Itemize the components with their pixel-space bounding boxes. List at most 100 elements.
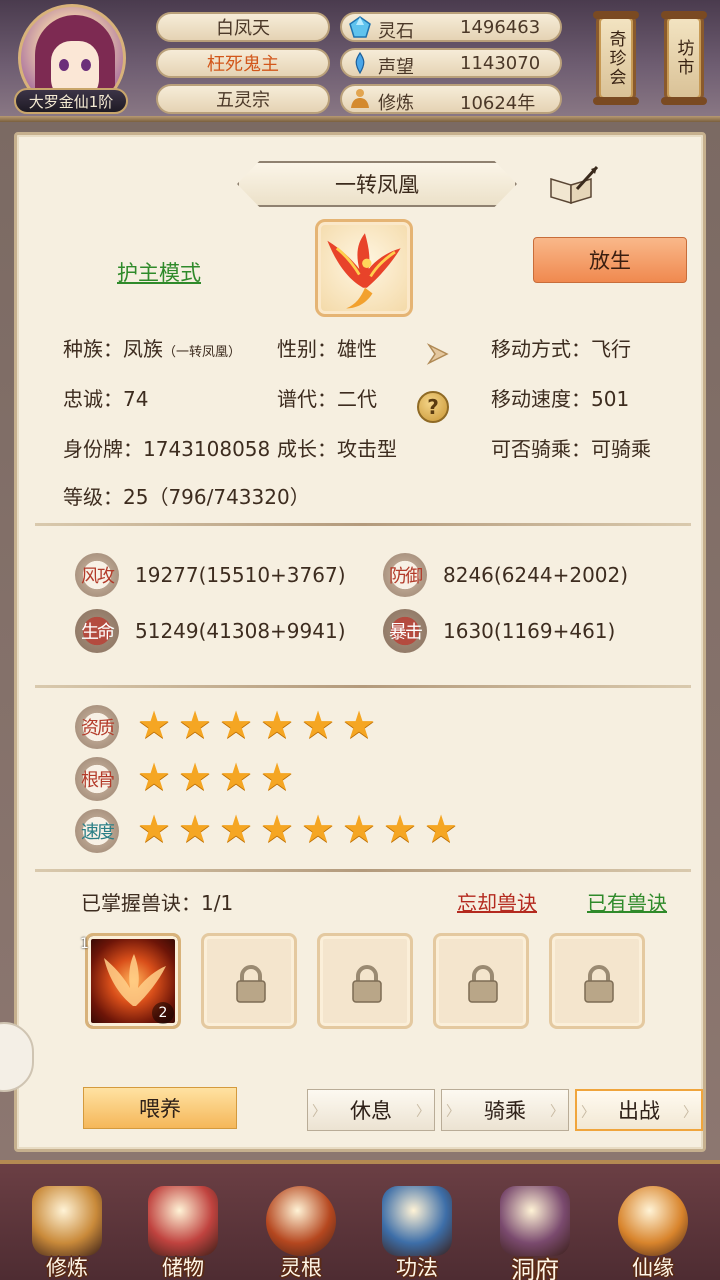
bottom-nav: 修炼 储物 灵根 功法 洞府 仙缘	[0, 1160, 720, 1280]
nav-fortune[interactable]: 仙缘	[598, 1174, 708, 1280]
star-icon: ★	[260, 755, 295, 799]
player-name: 白凤天	[156, 12, 330, 42]
star-icon: ★	[219, 755, 254, 799]
nav-technique[interactable]: 功法	[362, 1174, 472, 1280]
move-type-info: 移动方式：飞行	[491, 337, 631, 361]
star-icon: ★	[260, 703, 295, 747]
skills-mastered-label: 已掌握兽诀：1/1	[81, 891, 234, 915]
nav-label: 仙缘	[632, 1256, 674, 1280]
root-bone-badge: 根骨	[75, 757, 119, 801]
reputation-icon	[355, 52, 365, 74]
skill-slot-locked[interactable]	[549, 933, 645, 1029]
avatar-eye-left	[59, 59, 69, 71]
cultivate-icon	[351, 89, 369, 108]
defense-badge: 防御	[383, 553, 427, 597]
wind-attack-value: 19277(15510+3767)	[135, 563, 346, 587]
star-icon: ★	[260, 807, 295, 851]
rest-button[interactable]: 休息	[307, 1089, 435, 1131]
id-tag-info: 身份牌：1743108058	[63, 437, 271, 461]
loyalty-info: 忠诚：74	[63, 387, 149, 411]
spirit-stone-icon	[349, 16, 371, 38]
divider	[35, 869, 691, 872]
star-icon: ★	[301, 703, 336, 747]
life-value: 51249(41308+9941)	[135, 619, 346, 643]
avatar-eye-right	[81, 59, 91, 71]
star-icon: ★	[178, 807, 213, 851]
speed-stars: ★ ★ ★ ★ ★ ★ ★ ★	[137, 807, 461, 851]
divider	[35, 523, 691, 526]
rideable-info: 可否骑乘：可骑乘	[491, 437, 651, 461]
star-icon: ★	[178, 703, 213, 747]
guard-mode-link[interactable]: 护主模式	[117, 257, 201, 287]
race-sub-label: （一转凤凰）	[163, 345, 242, 360]
nav-cave-mansion[interactable]: 洞府	[480, 1174, 590, 1280]
star-icon: ★	[137, 755, 172, 799]
rank-badge: 大罗金仙1阶	[14, 88, 128, 114]
resource-value: 10624年	[460, 93, 536, 114]
star-icon: ★	[383, 807, 418, 851]
speed-badge: 速度	[75, 809, 119, 853]
pet-name-banner: 一转凤凰	[237, 161, 517, 207]
star-icon: ★	[424, 807, 459, 851]
star-icon: ★	[301, 807, 336, 851]
nav-storage[interactable]: 储物	[128, 1174, 238, 1280]
feed-button[interactable]: 喂养	[83, 1087, 237, 1129]
crit-badge: 暴击	[383, 609, 427, 653]
generation-info: 谱代：二代	[277, 387, 377, 411]
player-sect: 五灵宗	[156, 84, 330, 114]
lock-icon	[584, 965, 614, 1003]
star-icon: ★	[342, 807, 377, 851]
nav-label: 灵根	[280, 1256, 322, 1280]
lock-icon	[468, 965, 498, 1003]
resource-value: 1143070	[460, 53, 541, 74]
fortune-gourd-icon	[618, 1186, 688, 1256]
top-bar: 大罗金仙1阶 白凤天 枉死鬼主 五灵宗 灵石 1496463 声望 114307…	[0, 0, 720, 122]
star-icon: ★	[342, 703, 377, 747]
owned-skills-link[interactable]: 已有兽诀	[587, 887, 667, 916]
life-badge: 生命	[75, 609, 119, 653]
resource-label: 声望	[378, 57, 414, 78]
skill-slot-locked[interactable]	[201, 933, 297, 1029]
aptitude-stars: ★ ★ ★ ★ ★ ★	[137, 703, 379, 747]
player-title: 枉死鬼主	[156, 48, 330, 78]
help-icon[interactable]: ?	[417, 391, 449, 423]
pet-portrait[interactable]	[315, 219, 413, 317]
nav-cultivate[interactable]: 修炼	[12, 1174, 122, 1280]
aptitude-badge: 资质	[75, 705, 119, 749]
skill-slot-phoenix[interactable]: 1 2	[80, 933, 181, 1029]
skill-count: 2	[152, 1002, 174, 1024]
treasure-fair-button[interactable]: 奇珍会	[593, 11, 639, 105]
resource-value: 1496463	[460, 17, 541, 38]
defense-value: 8246(6244+2002)	[443, 563, 629, 587]
growth-info: 成长：攻击型	[277, 437, 397, 461]
lock-icon	[236, 965, 266, 1003]
star-icon: ★	[137, 807, 172, 851]
technique-book-icon	[382, 1186, 452, 1256]
skill-slot-locked[interactable]	[433, 933, 529, 1029]
gender-info: 性别：雄性	[277, 337, 377, 361]
level-info: 等级：25（796/743320）	[63, 485, 310, 509]
nav-label: 功法	[396, 1256, 438, 1280]
star-icon: ★	[219, 807, 254, 851]
cave-mansion-icon	[500, 1186, 570, 1256]
star-icon: ★	[219, 703, 254, 747]
resource-reputation: 声望 1143070	[340, 48, 562, 78]
race-info: 种族：凤族（一转凤凰）	[63, 333, 241, 362]
ride-button[interactable]: 骑乘	[441, 1089, 569, 1131]
arrow-right-icon[interactable]	[425, 341, 455, 367]
forget-skill-link[interactable]: 忘却兽诀	[457, 887, 537, 916]
release-button[interactable]: 放生	[533, 237, 687, 283]
nav-label: 洞府	[511, 1256, 559, 1280]
lock-icon	[352, 965, 382, 1003]
book-quill-icon[interactable]	[547, 165, 599, 205]
race-label: 种族：凤族	[63, 337, 163, 361]
nav-spirit-root[interactable]: 灵根	[246, 1174, 356, 1280]
crit-value: 1630(1169+461)	[443, 619, 616, 643]
skill-slot-locked[interactable]	[317, 933, 413, 1029]
battle-button[interactable]: 出战	[575, 1089, 703, 1131]
phoenix-icon	[327, 233, 401, 309]
root-bone-stars: ★ ★ ★ ★	[137, 755, 297, 799]
spirit-root-icon	[266, 1186, 336, 1256]
star-icon: ★	[178, 755, 213, 799]
market-button[interactable]: 坊市	[661, 11, 707, 105]
